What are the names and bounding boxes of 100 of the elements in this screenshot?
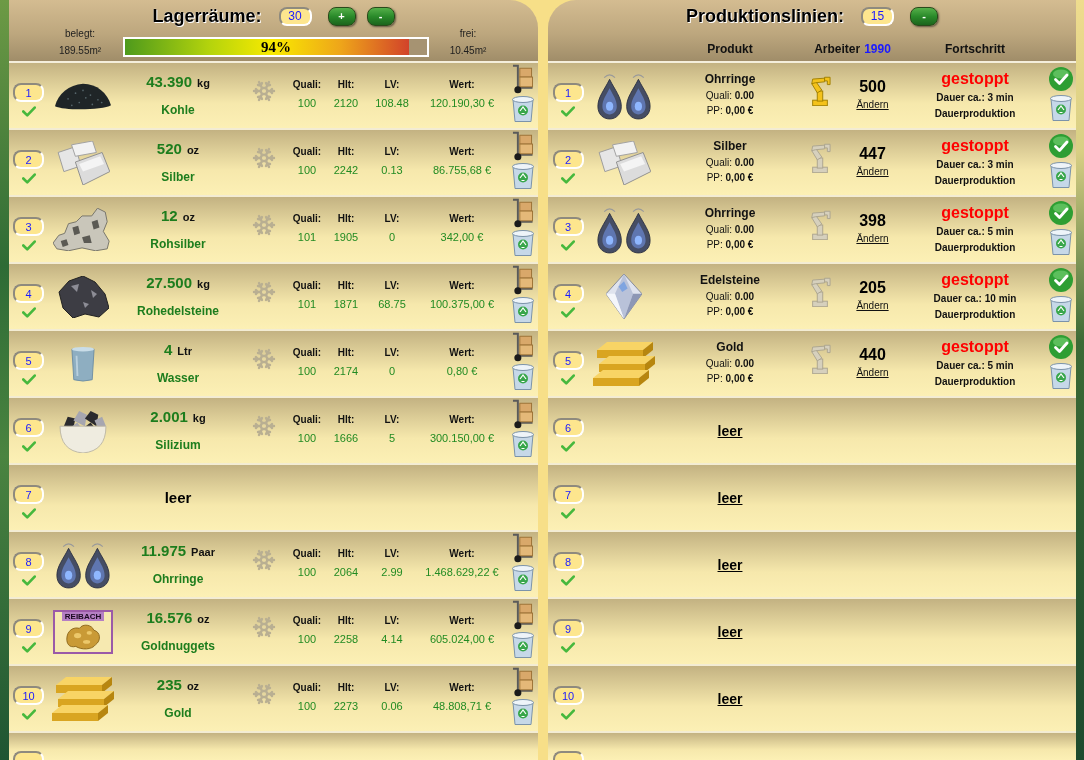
trash-icon[interactable]: [1049, 363, 1072, 389]
panel-title: Produktionslinien:: [686, 6, 844, 26]
check-circle-icon[interactable]: [1048, 201, 1073, 225]
stat-value: 0: [388, 231, 396, 244]
add-button[interactable]: +: [327, 6, 356, 26]
trash-icon[interactable]: [1049, 229, 1072, 255]
slot-number: 3: [552, 217, 584, 236]
stat-value: 100: [297, 432, 317, 445]
mode-text: Dauerproduktion: [934, 175, 1016, 187]
stat-value: 48.808,71 €: [432, 700, 492, 713]
check-circle-icon[interactable]: [1048, 335, 1073, 359]
empty-line-link[interactable]: leer: [717, 690, 743, 707]
check-circle-icon[interactable]: [1048, 134, 1073, 158]
trash-icon[interactable]: [1049, 95, 1072, 121]
earrings-icon: [597, 71, 651, 120]
check-circle-icon[interactable]: [1048, 268, 1073, 292]
stat-value: 0: [388, 365, 396, 378]
hand-truck-icon[interactable]: [512, 64, 534, 94]
stock-amount: 12: [161, 207, 178, 224]
stat-label: Hlt:: [337, 615, 355, 627]
change-link[interactable]: Ändern: [856, 367, 889, 379]
stat-label: Wert:: [449, 347, 475, 359]
earrings-icon: [56, 540, 110, 589]
mode-text: Dauerproduktion: [934, 108, 1016, 120]
hand-truck-icon[interactable]: [512, 399, 534, 429]
hand-truck-icon[interactable]: [512, 265, 534, 295]
stat-label: LV:: [384, 347, 400, 359]
check-circle-icon[interactable]: [1048, 67, 1073, 91]
hand-truck-icon[interactable]: [512, 131, 534, 161]
hand-truck-icon[interactable]: [512, 667, 534, 697]
snowflake-icon[interactable]: [252, 682, 276, 706]
empty-line-link[interactable]: leer: [717, 623, 743, 640]
slot-number: 6: [552, 418, 584, 437]
stock-amount: 2.001: [150, 408, 188, 425]
stat-value: 1905: [333, 231, 359, 244]
quality-text: Quali: 0.00: [705, 291, 755, 302]
ingots-icon: [597, 140, 651, 185]
product-name: Wasser: [156, 371, 200, 386]
change-link[interactable]: Ändern: [856, 166, 889, 178]
used-label: belegt:: [65, 28, 95, 39]
stat-label: Wert:: [449, 79, 475, 91]
slot-number: 5: [552, 351, 584, 370]
snowflake-icon[interactable]: [252, 548, 276, 572]
product-name: Gold: [164, 706, 192, 721]
mode-text: Dauerproduktion: [934, 309, 1016, 321]
change-link[interactable]: Ändern: [856, 300, 889, 312]
snowflake-icon[interactable]: [252, 347, 276, 371]
used-value: 189.55m²: [58, 45, 102, 56]
stat-label: Hlt:: [337, 347, 355, 359]
remove-button[interactable]: -: [910, 6, 938, 26]
hand-truck-icon[interactable]: [512, 533, 534, 563]
snowflake-icon[interactable]: [252, 280, 276, 304]
trash-icon[interactable]: [1049, 162, 1072, 188]
stat-value: 120.190,30 €: [429, 97, 495, 110]
empty-line-link[interactable]: leer: [717, 489, 743, 506]
stat-value: 100: [297, 164, 317, 177]
stat-label: Hlt:: [337, 213, 355, 225]
stat-value: 2242: [333, 164, 359, 177]
stat-label: Wert:: [449, 146, 475, 158]
slot-number: 9: [13, 619, 44, 638]
worker-total: 1990: [864, 42, 891, 56]
duration-text: Dauer ca.: 3 min: [936, 159, 1014, 171]
stat-value: 1871: [333, 298, 359, 311]
product-name: Goldnuggets: [141, 639, 215, 654]
change-link[interactable]: Ändern: [856, 233, 889, 245]
stock-unit: oz: [186, 679, 200, 694]
stat-value: 68.75: [378, 298, 406, 311]
empty-line-link[interactable]: leer: [717, 422, 743, 439]
free-label: frei:: [459, 28, 477, 39]
snowflake-icon[interactable]: [252, 79, 276, 103]
stat-value: 2064: [333, 566, 359, 579]
status-text: gestoppt: [941, 70, 1009, 88]
duration-text: Dauer ca.: 10 min: [933, 293, 1017, 305]
stock-amount: 235: [156, 676, 182, 693]
stat-value: 100.375,00 €: [429, 298, 495, 311]
stock-unit: oz: [182, 210, 195, 225]
stat-value: 2273: [333, 700, 359, 713]
slot-number: 9: [552, 619, 584, 638]
empty-line-link[interactable]: leer: [717, 556, 743, 573]
quality-text: Quali: 0.00: [705, 358, 755, 369]
snowflake-icon[interactable]: [252, 615, 276, 639]
stat-value: 86.755,68 €: [432, 164, 492, 177]
hand-truck-icon[interactable]: [512, 600, 534, 630]
stat-label: LV:: [384, 146, 400, 158]
hand-truck-icon[interactable]: [512, 332, 534, 362]
stat-label: Hlt:: [337, 79, 355, 91]
snowflake-icon[interactable]: [252, 213, 276, 237]
trash-icon[interactable]: [1049, 296, 1072, 322]
stock-unit: kg: [197, 76, 210, 91]
quality-text: Quali: 0.00: [705, 90, 755, 101]
hand-truck-icon[interactable]: [512, 198, 534, 228]
slot-number: 7: [13, 485, 44, 504]
change-link[interactable]: Ändern: [856, 99, 889, 111]
bowl-icon: [58, 408, 108, 453]
slot-number: 10: [552, 686, 584, 705]
remove-button[interactable]: -: [366, 6, 395, 26]
snowflake-icon[interactable]: [252, 414, 276, 438]
snowflake-icon[interactable]: [252, 146, 276, 170]
worker-count: 447: [859, 145, 886, 163]
stat-label: LV:: [384, 414, 400, 426]
